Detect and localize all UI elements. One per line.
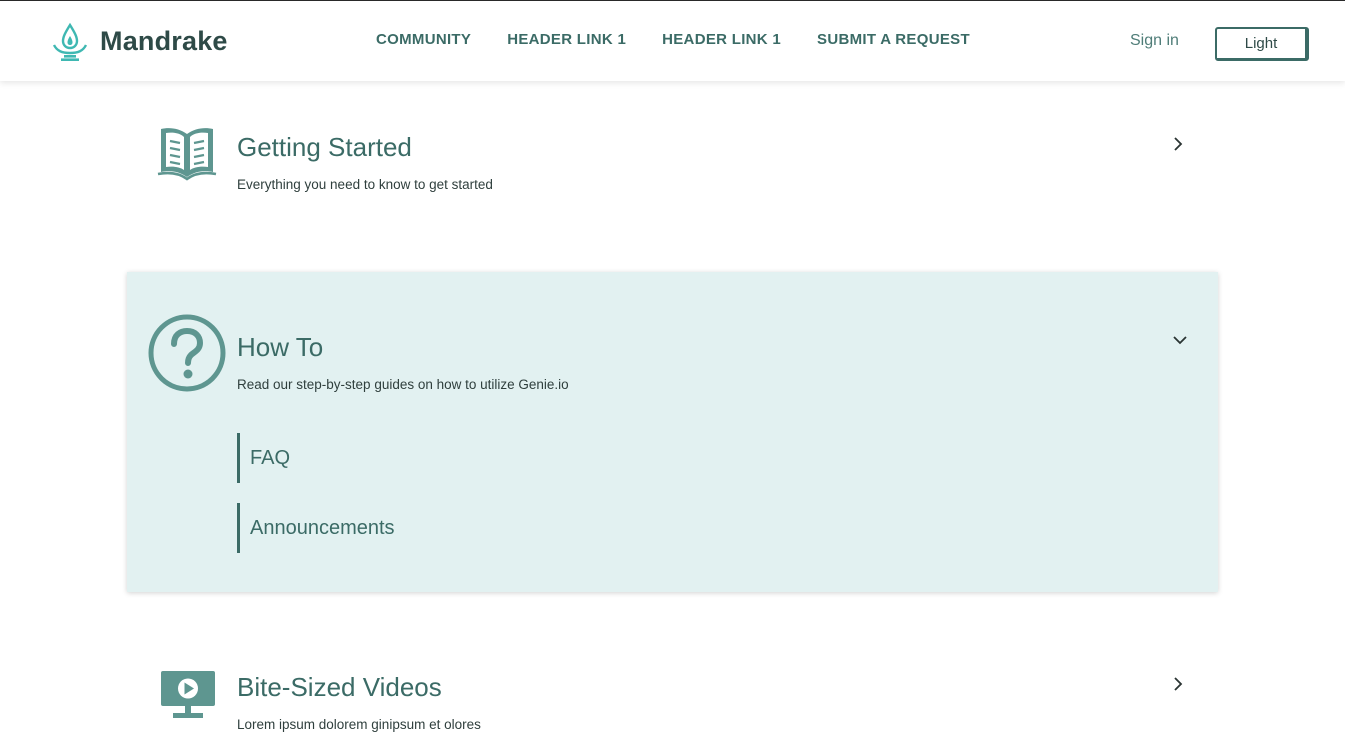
category-title: Getting Started bbox=[237, 132, 412, 162]
lamp-logo-icon bbox=[52, 22, 88, 61]
site-header: Mandrake COMMUNITY HEADER LINK 1 HEADER … bbox=[0, 1, 1345, 81]
category-card-bite-sized-videos[interactable]: Bite-Sized Videos Lorem ipsum dolorem gi… bbox=[127, 592, 1218, 751]
nav-link-header-link-1-b[interactable]: HEADER LINK 1 bbox=[662, 31, 781, 48]
category-description: Read our step-by-step guides on how to u… bbox=[237, 377, 569, 392]
brand-logo-link[interactable]: Mandrake bbox=[52, 21, 228, 61]
video-monitor-icon bbox=[161, 671, 215, 718]
category-card-getting-started[interactable]: Getting Started Everything you need to k… bbox=[127, 82, 1218, 272]
brand-name: Mandrake bbox=[100, 25, 228, 56]
chevron-right-icon[interactable] bbox=[1170, 676, 1186, 692]
category-description: Lorem ipsum dolorem ginipsum et olores bbox=[237, 717, 481, 732]
chevron-down-icon[interactable] bbox=[1172, 332, 1188, 348]
sign-in-link[interactable]: Sign in bbox=[1130, 32, 1179, 50]
category-title: Bite-Sized Videos bbox=[237, 672, 442, 702]
section-link-announcements[interactable]: Announcements bbox=[237, 503, 395, 553]
theme-toggle-button[interactable]: Light bbox=[1215, 27, 1309, 61]
category-title: How To bbox=[237, 332, 324, 362]
main-nav: COMMUNITY HEADER LINK 1 HEADER LINK 1 SU… bbox=[376, 31, 1006, 48]
nav-link-submit-request[interactable]: SUBMIT A REQUEST bbox=[817, 31, 970, 48]
section-link-faq[interactable]: FAQ bbox=[237, 433, 290, 483]
category-description: Everything you need to know to get start… bbox=[237, 177, 493, 192]
chevron-right-icon[interactable] bbox=[1170, 136, 1186, 152]
nav-link-header-link-1[interactable]: HEADER LINK 1 bbox=[507, 31, 626, 48]
question-circle-icon bbox=[148, 314, 226, 392]
nav-link-community[interactable]: COMMUNITY bbox=[376, 31, 471, 48]
category-card-how-to[interactable]: How To Read our step-by-step guides on h… bbox=[127, 272, 1218, 592]
open-book-icon bbox=[157, 128, 217, 181]
